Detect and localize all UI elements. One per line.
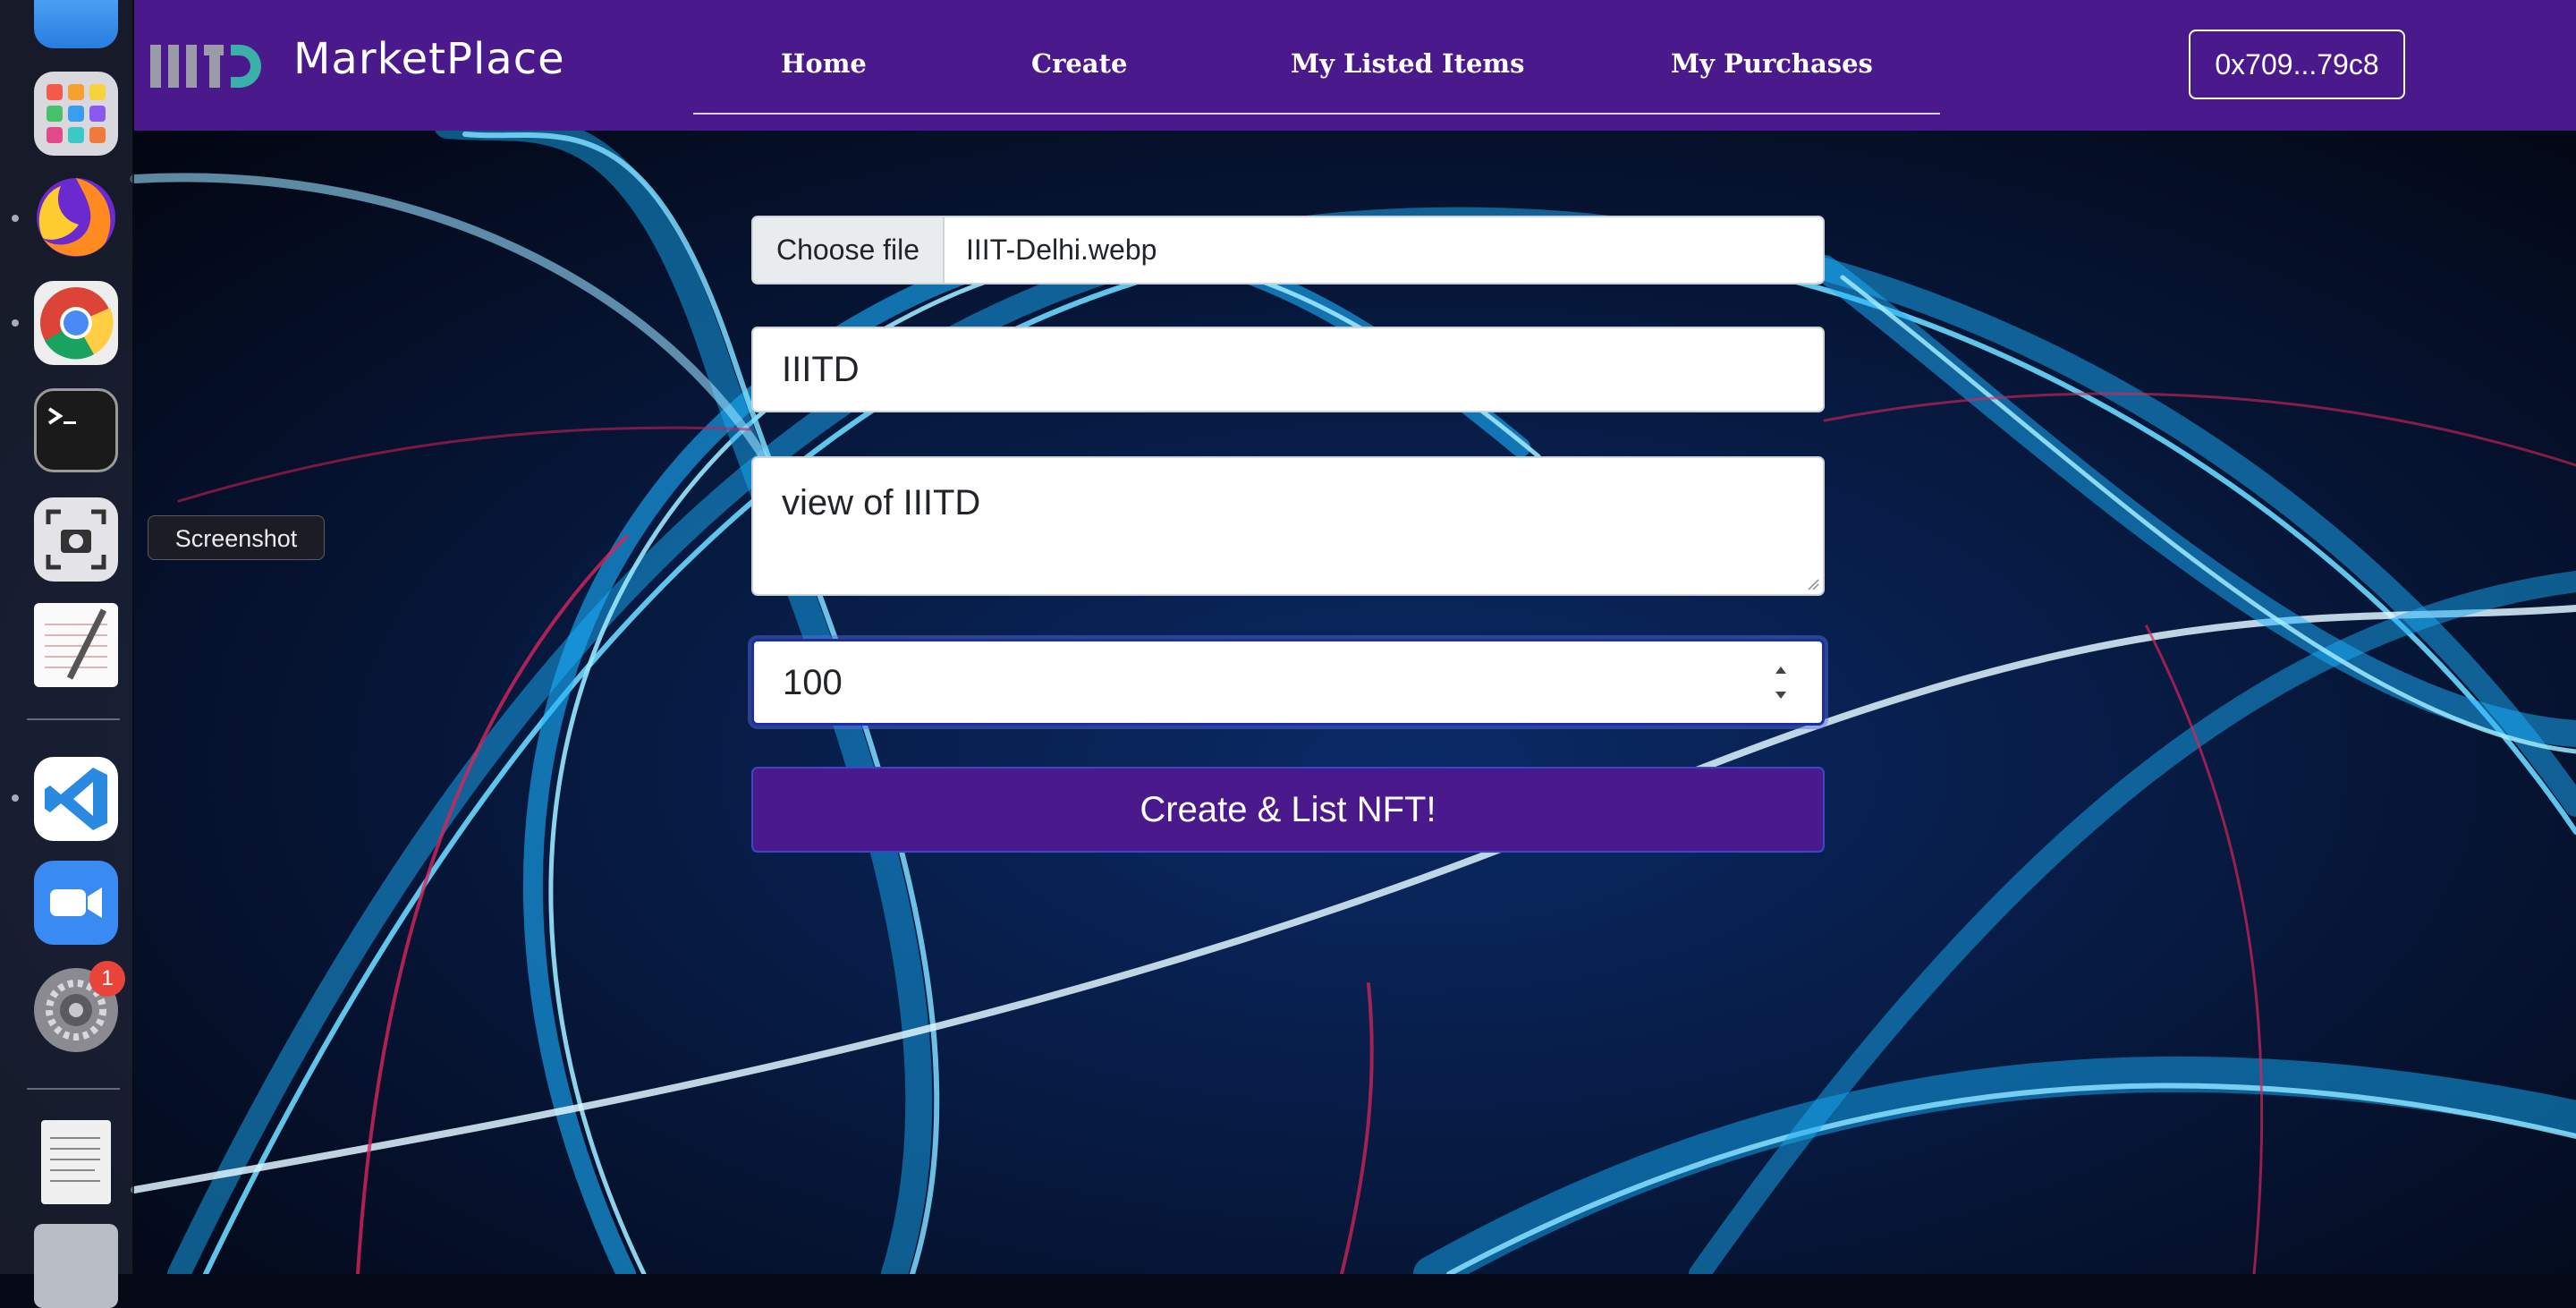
zoom-icon[interactable] bbox=[34, 861, 118, 945]
chrome-icon[interactable] bbox=[34, 281, 118, 365]
navbar: MarketPlace Home Create My Listed Items … bbox=[134, 0, 2576, 131]
vscode-icon[interactable] bbox=[34, 757, 118, 841]
dock-separator bbox=[27, 1088, 120, 1090]
terminal-icon[interactable] bbox=[34, 388, 118, 472]
name-input-value: IIITD bbox=[782, 350, 860, 389]
launchpad-icon[interactable] bbox=[34, 72, 118, 156]
screenshot-icon[interactable] bbox=[34, 497, 118, 582]
resize-grip-icon[interactable] bbox=[1805, 576, 1819, 590]
textedit-icon[interactable] bbox=[34, 603, 118, 687]
notification-badge: 1 bbox=[89, 961, 125, 997]
nav-create[interactable]: Create bbox=[1031, 48, 1127, 79]
running-indicator bbox=[12, 215, 19, 222]
trash-icon[interactable] bbox=[34, 1224, 118, 1308]
running-indicator bbox=[12, 794, 19, 802]
name-input[interactable]: IIITD bbox=[751, 327, 1825, 412]
document-icon[interactable] bbox=[41, 1120, 111, 1204]
dock-tooltip: Screenshot bbox=[148, 515, 325, 560]
selected-file-name: IIIT-Delhi.webp bbox=[966, 234, 1157, 266]
description-value: view of IIITD bbox=[782, 483, 981, 522]
iiitd-logo-icon bbox=[150, 45, 261, 88]
file-input[interactable]: Choose file IIIT-Delhi.webp bbox=[751, 216, 1825, 285]
brand-name[interactable]: MarketPlace bbox=[293, 34, 565, 84]
description-textarea[interactable]: view of IIITD bbox=[751, 456, 1825, 596]
wallet-address-button[interactable]: 0x709...79c8 bbox=[2189, 30, 2405, 99]
firefox-icon[interactable] bbox=[34, 175, 118, 259]
price-input[interactable]: 100 bbox=[751, 639, 1825, 726]
dock: 1 bbox=[0, 0, 134, 1308]
choose-file-button[interactable]: Choose file bbox=[753, 217, 945, 283]
price-input-value: 100 bbox=[783, 663, 843, 702]
nav-my-purchases[interactable]: My Purchases bbox=[1671, 48, 1873, 79]
nav-my-listed-items[interactable]: My Listed Items bbox=[1291, 48, 1524, 79]
finder-icon[interactable] bbox=[34, 0, 118, 48]
dock-separator bbox=[27, 718, 120, 720]
number-stepper-icon[interactable] bbox=[1770, 658, 1792, 708]
nav-home[interactable]: Home bbox=[781, 48, 867, 79]
nav-underline bbox=[693, 113, 1940, 115]
running-indicator bbox=[12, 319, 19, 327]
desktop-wallpaper bbox=[0, 0, 2576, 1274]
create-list-nft-button[interactable]: Create & List NFT! bbox=[751, 767, 1825, 853]
